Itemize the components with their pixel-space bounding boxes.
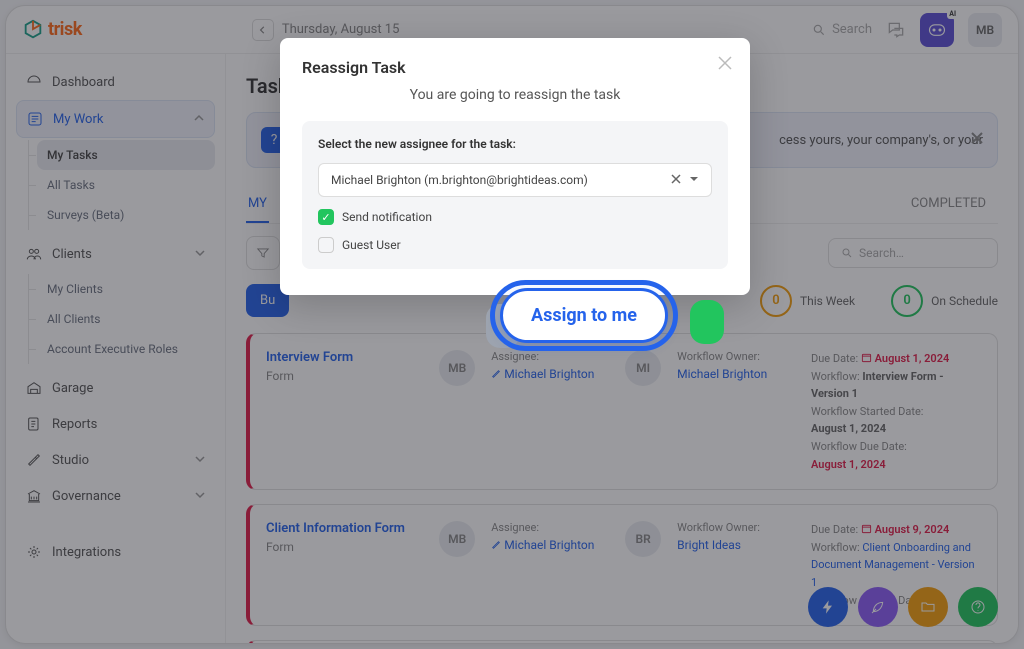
modal-title: Reassign Task <box>302 58 728 77</box>
close-icon <box>718 56 732 70</box>
clear-icon[interactable] <box>671 173 681 187</box>
chevron-down-icon[interactable] <box>689 173 699 187</box>
send-notification-checkbox[interactable]: ✓ <box>318 209 334 225</box>
assign-to-me-button[interactable]: Assign to me <box>500 288 668 343</box>
modal-subtitle: You are going to reassign the task <box>302 87 728 103</box>
modal-close-button[interactable] <box>718 54 732 75</box>
select-label: Select the new assignee for the task: <box>318 137 712 151</box>
decorative-bubble <box>690 300 724 344</box>
assignee-select[interactable]: Michael Brighton (m.brighton@brightideas… <box>318 163 712 197</box>
guest-user-checkbox[interactable] <box>318 237 334 253</box>
reassign-modal: Reassign Task You are going to reassign … <box>280 38 750 295</box>
